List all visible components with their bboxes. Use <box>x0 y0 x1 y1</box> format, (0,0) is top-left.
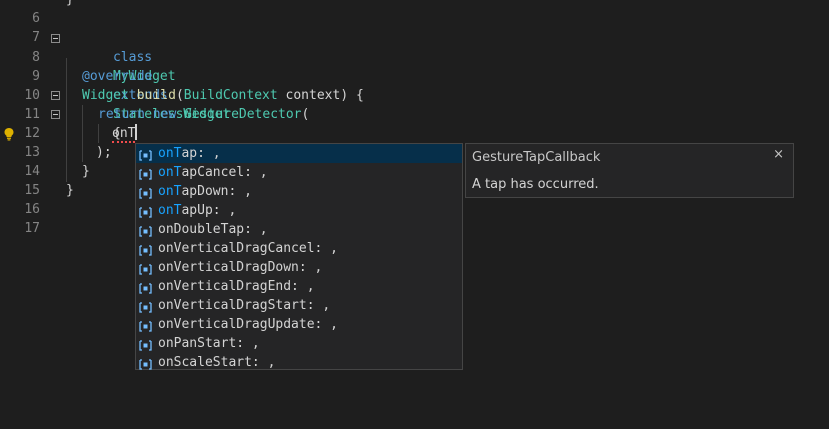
lightbulb-icon[interactable] <box>3 127 15 141</box>
field-icon <box>139 357 152 370</box>
suggestion-item[interactable]: onVerticalDragDown: , <box>136 258 462 277</box>
suggestion-item-selected[interactable]: onTap: , <box>136 144 462 163</box>
suggestion-item[interactable]: onTapUp: , <box>136 201 462 220</box>
suggestion-item[interactable]: onVerticalDragStart: , <box>136 296 462 315</box>
field-icon <box>139 224 152 237</box>
suggestion-label: onScaleStart: , <box>158 355 276 370</box>
field-icon <box>139 319 152 332</box>
paren: ( <box>175 88 184 103</box>
suggestion-label: onVerticalDragEnd: , <box>158 279 315 294</box>
field-icon <box>139 186 152 199</box>
field-icon <box>139 205 152 218</box>
suggestion-item[interactable]: onVerticalDragEnd: , <box>136 277 462 296</box>
field-icon <box>139 281 152 294</box>
code-line[interactable]: 11 Widget build(BuildContext context) { <box>0 86 829 122</box>
field-icon <box>139 243 152 256</box>
field-icon <box>139 167 152 180</box>
code-line-active[interactable]: 13 onT <box>0 124 829 160</box>
suggestion-label: onVerticalDragStart: , <box>158 298 331 313</box>
code-text: } <box>66 183 74 198</box>
suggestion-label: onTapUp: , <box>158 203 237 218</box>
suggestion-label: onVerticalDragUpdate: , <box>158 317 339 332</box>
suggestion-label: onTap: , <box>158 146 221 161</box>
code-line[interactable]: 10 @override <box>0 67 829 103</box>
details-description: A tap has occurred. <box>472 177 599 192</box>
code-text: } <box>82 164 90 179</box>
keyword-new: new <box>152 107 177 122</box>
suggestion-item[interactable]: onDoubleTap: , <box>136 220 462 239</box>
code-text: ); <box>96 145 112 160</box>
constructor-name: GestureDetector <box>184 107 302 122</box>
field-icon <box>139 300 152 313</box>
method-name: build <box>136 88 176 103</box>
suggestion-label: onPanStart: , <box>158 336 260 351</box>
suggestion-label: onTapCancel: , <box>158 165 268 180</box>
code-line[interactable]: 8 class MyWidget extends StatelessWidget… <box>0 29 829 141</box>
param-type: BuildContext <box>183 88 278 103</box>
annotation: @override <box>82 69 153 84</box>
fold-toggle-icon[interactable] <box>51 110 60 119</box>
suggestion-label: onVerticalDragCancel: , <box>158 241 339 256</box>
field-icon <box>139 148 152 161</box>
text-cursor <box>135 124 138 140</box>
suggestion-item[interactable]: onTapDown: , <box>136 182 462 201</box>
code-line[interactable]: 9 <box>0 48 829 84</box>
code-line[interactable]: 12 return new GestureDetector( <box>0 105 829 141</box>
suggestion-item[interactable]: onScaleStart: , <box>136 353 462 372</box>
suggestion-item[interactable]: onPanStart: , <box>136 334 462 353</box>
suggestion-item[interactable]: onVerticalDragCancel: , <box>136 239 462 258</box>
line-number: 17 <box>24 221 40 236</box>
code-text: } <box>66 0 74 9</box>
fold-toggle-icon[interactable] <box>51 34 60 43</box>
suggestion-item[interactable]: onVerticalDragUpdate: , <box>136 315 462 334</box>
code-line[interactable]: 7 <box>0 9 829 45</box>
keyword-return: return <box>98 107 145 122</box>
suggestion-label: onVerticalDragDown: , <box>158 260 323 275</box>
code-line[interactable]: 6 } <box>0 0 829 26</box>
fold-toggle-icon[interactable] <box>51 91 60 100</box>
typed-text: onT <box>112 126 136 143</box>
paren-brace: ) { <box>340 88 364 103</box>
suggestion-label: onDoubleTap: , <box>158 222 268 237</box>
suggestion-label: onTapDown: , <box>158 184 252 199</box>
field-icon <box>139 262 152 275</box>
field-icon <box>139 338 152 351</box>
return-type: Widget <box>82 88 129 103</box>
suggestion-item[interactable]: onTapCancel: , <box>136 163 462 182</box>
paren: ( <box>301 107 310 122</box>
suggestion-details: GestureTapCallback × A tap has occurred. <box>465 143 794 198</box>
details-title: GestureTapCallback <box>472 150 601 165</box>
close-icon[interactable]: × <box>773 147 784 162</box>
suggestion-list[interactable]: onTap: , onTapCancel: , onTapDown: , onT… <box>135 143 463 370</box>
param-name: context <box>285 88 341 103</box>
